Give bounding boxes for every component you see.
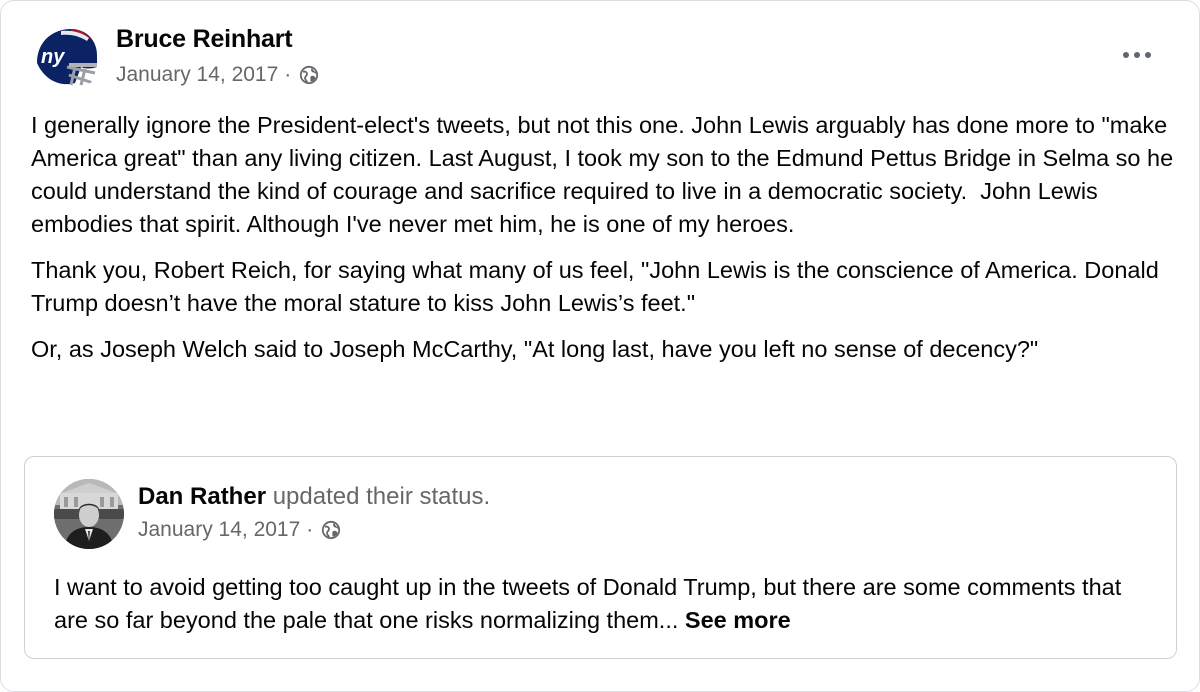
globe-icon[interactable] — [321, 520, 341, 540]
more-horizontal-icon — [1123, 52, 1151, 58]
shared-post-body: I want to avoid getting too caught up in… — [54, 571, 1154, 637]
shared-post-header: Dan Rather updated their status. — [138, 483, 490, 511]
shared-post-timestamp[interactable]: January 14, 2017 — [138, 518, 300, 542]
shared-action-text: updated their status. — [272, 483, 491, 510]
post-author-name[interactable]: Bruce Reinhart — [116, 25, 293, 54]
post-body: I generally ignore the President-elect's… — [31, 109, 1181, 379]
post-paragraph: Or, as Joseph Welch said to Joseph McCar… — [31, 336, 1039, 362]
more-options-button[interactable] — [1115, 35, 1159, 75]
post-card: ny Bruce Reinhart January 14, 2017 · I g… — [0, 0, 1200, 692]
meta-separator: · — [284, 63, 292, 86]
avatar-logo-text: ny — [41, 46, 65, 68]
globe-icon[interactable] — [299, 65, 319, 85]
shared-post-card[interactable]: Dan Rather updated their status. January… — [24, 456, 1177, 659]
post-meta: January 14, 2017 · — [116, 63, 319, 87]
see-more-link[interactable]: See more — [685, 607, 791, 633]
post-paragraph: I generally ignore the President-elect's… — [31, 112, 1180, 237]
shared-author-name[interactable]: Dan Rather — [138, 483, 266, 510]
post-paragraph: Thank you, Robert Reich, for saying what… — [31, 257, 1165, 316]
football-helmet-icon: ny — [31, 23, 101, 93]
meta-separator: · — [306, 518, 314, 541]
shared-post-text: I want to avoid getting too caught up in… — [54, 574, 1122, 633]
profile-photo — [54, 479, 124, 549]
shared-author-avatar[interactable] — [54, 479, 124, 549]
author-avatar[interactable]: ny — [31, 23, 101, 93]
shared-post-meta: January 14, 2017 · — [138, 518, 341, 542]
post-timestamp[interactable]: January 14, 2017 — [116, 63, 278, 87]
